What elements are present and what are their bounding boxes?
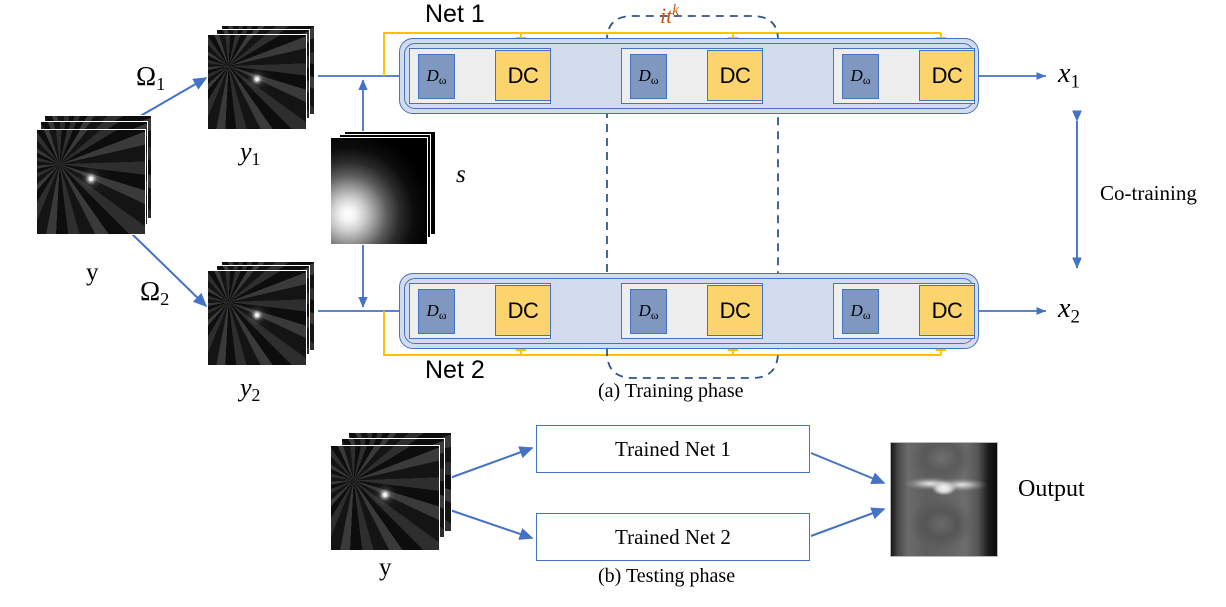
iteration-count-label: itk (660, 2, 680, 28)
net2-dc-label-3: DC (931, 297, 963, 323)
caption-training-phase: (a) Training phase (598, 380, 744, 402)
mask-label-2: Ω2 (140, 276, 170, 310)
net2-dc-block-2[interactable]: DC (707, 285, 763, 336)
net1-denoiser-label-2: Dω (638, 65, 659, 88)
trained-net2-box[interactable]: Trained Net 2 (536, 513, 810, 561)
net2-denoiser-block-3[interactable]: Dω (842, 289, 879, 334)
net1-denoiser-block-2[interactable]: Dω (630, 54, 667, 99)
net2-dc-label-1: DC (507, 297, 539, 323)
net2-denoiser-label-1: Dω (426, 300, 447, 323)
trained-net1-box[interactable]: Trained Net 1 (536, 425, 810, 473)
trained-net2-label: Trained Net 2 (615, 524, 731, 549)
testing-input-label: y (379, 554, 392, 581)
figure-canvas: Dω DC Dω DC Dω DC Dω DC Dω DC Dω DC Trai… (0, 0, 1226, 607)
training-input-label: y (86, 259, 99, 286)
output-label: Output (1018, 476, 1085, 502)
net2-dc-block-1[interactable]: DC (495, 285, 551, 336)
net2-title: Net 2 (425, 356, 485, 384)
net1-denoiser-label-3: Dω (850, 65, 871, 88)
net1-dc-label-3: DC (931, 62, 963, 88)
test-net1-to-output-arrow (810, 452, 886, 485)
net2-denoiser-block-2[interactable]: Dω (630, 289, 667, 334)
net1-dc-label-1: DC (507, 62, 539, 88)
undersampled-label-1: y1 (240, 137, 261, 169)
net2-denoiser-block-1[interactable]: Dω (418, 289, 455, 334)
net1-dc-block-2[interactable]: DC (707, 50, 763, 101)
test-input-kspace-stack (330, 432, 458, 556)
net2-denoiser-label-3: Dω (850, 300, 871, 323)
test-input-to-net1-arrow (446, 446, 534, 480)
undersampled-kspace-stack-2 (207, 261, 323, 367)
output-knee-mri-image (890, 442, 998, 557)
net1-output-label: x1 (1058, 58, 1080, 93)
undersampled-kspace-stack-1 (207, 25, 323, 131)
net1-title: Net 1 (425, 0, 485, 28)
net1-dc-block-1[interactable]: DC (495, 50, 551, 101)
test-input-to-net2-arrow (446, 508, 534, 540)
caption-testing-phase: (b) Testing phase (598, 565, 736, 587)
net1-denoiser-block-3[interactable]: Dω (842, 54, 879, 99)
sensitivity-map-stack (330, 131, 450, 245)
trained-net1-label: Trained Net 1 (615, 436, 731, 461)
co-training-label: Co-training (1100, 181, 1197, 205)
net1-denoiser-label-1: Dω (426, 65, 447, 88)
test-net2-to-output-arrow (810, 507, 886, 537)
net2-denoiser-label-2: Dω (638, 300, 659, 323)
input-kspace-stack (36, 115, 162, 235)
net1-dc-block-3[interactable]: DC (919, 50, 975, 101)
net1-denoiser-block-1[interactable]: Dω (418, 54, 455, 99)
sensitivity-map-label: s (456, 161, 466, 188)
net2-dc-block-3[interactable]: DC (919, 285, 975, 336)
mask-label-1: Ω1 (136, 61, 166, 95)
net2-output-label: x2 (1058, 293, 1080, 328)
net2-dc-label-2: DC (719, 297, 751, 323)
undersampled-label-2: y2 (240, 373, 261, 405)
net1-dc-label-2: DC (719, 62, 751, 88)
